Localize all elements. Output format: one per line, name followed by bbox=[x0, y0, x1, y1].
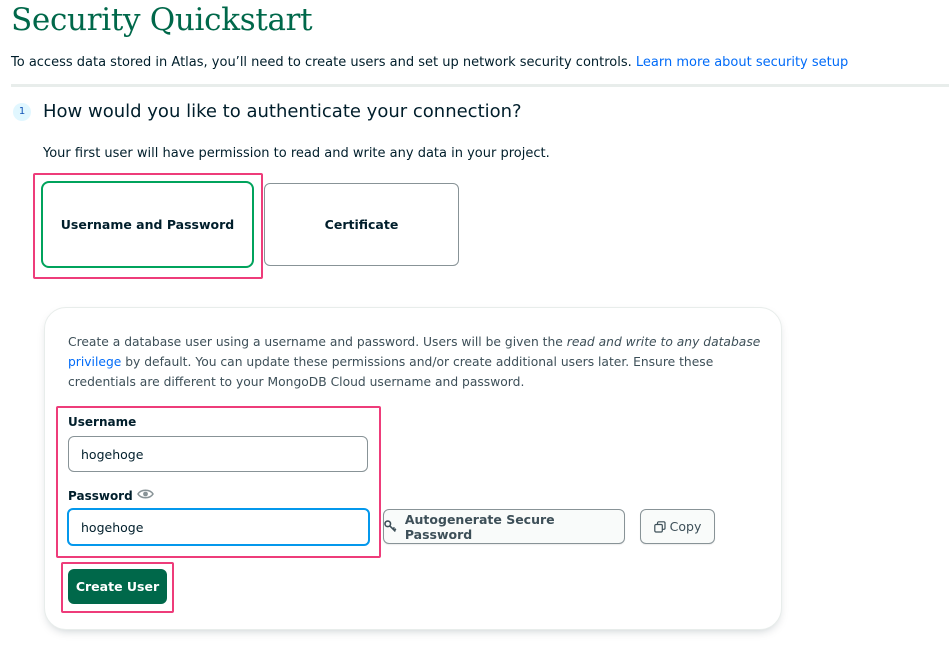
copy-icon bbox=[653, 520, 666, 533]
password-label: Password bbox=[68, 489, 133, 503]
panel-description: Create a database user using a username … bbox=[68, 332, 768, 392]
autogenerate-label: Autogenerate Secure Password bbox=[404, 511, 555, 542]
username-label: Username bbox=[68, 415, 137, 429]
password-input[interactable] bbox=[67, 508, 370, 546]
copy-button[interactable]: Copy bbox=[640, 509, 715, 544]
create-user-button[interactable]: Create User bbox=[68, 569, 167, 604]
security-setup-link[interactable]: Learn more about security setup bbox=[636, 55, 848, 70]
panel-desc-part2: by default. You can update these permiss… bbox=[68, 355, 714, 389]
step-heading: How would you like to authenticate your … bbox=[43, 101, 522, 122]
divider bbox=[11, 84, 949, 87]
create-user-label: Create User bbox=[75, 579, 160, 594]
panel-desc-emphasis: read and write to any database bbox=[566, 335, 761, 349]
key-icon bbox=[384, 520, 397, 533]
panel-desc-part1: Create a database user using a username … bbox=[68, 335, 567, 349]
auth-option-label: Certificate bbox=[324, 217, 399, 232]
auth-option-label: Username and Password bbox=[60, 217, 235, 232]
intro-text: To access data stored in Atlas, you’ll n… bbox=[11, 55, 848, 70]
auth-option-certificate[interactable]: Certificate bbox=[264, 183, 459, 266]
username-input[interactable] bbox=[68, 436, 368, 472]
auth-option-username-password[interactable]: Username and Password bbox=[41, 181, 254, 268]
eye-icon[interactable] bbox=[137, 488, 154, 500]
step-number-badge: 1 bbox=[13, 103, 31, 121]
copy-label: Copy bbox=[669, 519, 702, 534]
autogenerate-password-button[interactable]: Autogenerate Secure Password bbox=[383, 509, 625, 544]
privilege-link[interactable]: privilege bbox=[68, 355, 121, 369]
step-subtext: Your first user will have permission to … bbox=[43, 146, 550, 161]
page-title: Security Quickstart bbox=[11, 2, 313, 38]
intro-body: To access data stored in Atlas, you’ll n… bbox=[11, 55, 632, 70]
